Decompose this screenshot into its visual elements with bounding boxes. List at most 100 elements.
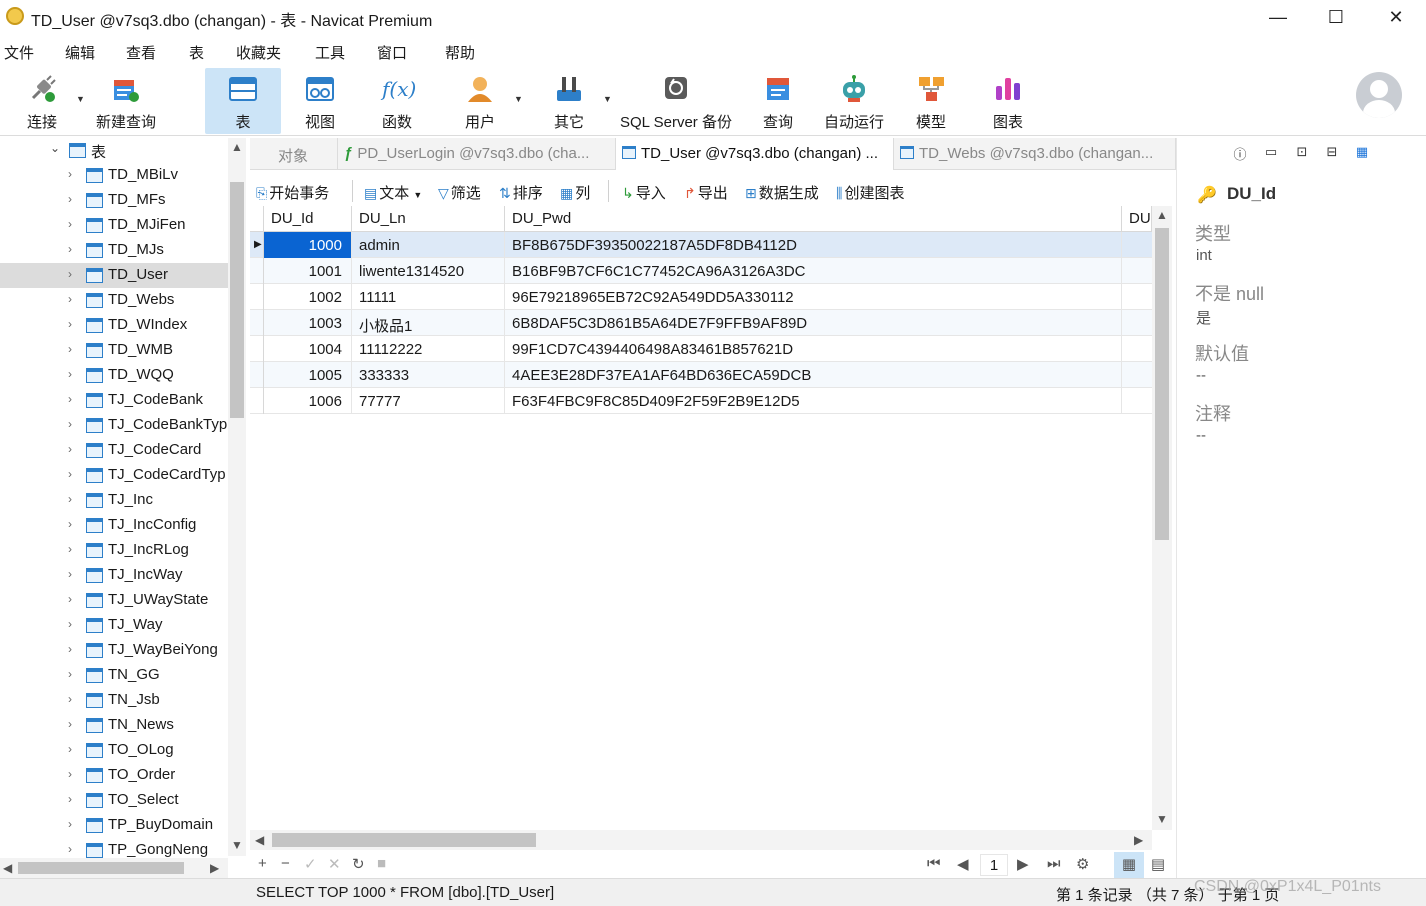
chevron-right-icon[interactable]: › xyxy=(68,717,72,731)
text-button[interactable]: ▤ 文本 ▼ xyxy=(364,182,422,203)
column-header-du-pwd[interactable]: DU_Pwd xyxy=(505,206,1122,232)
cell-du-id[interactable]: 1002 xyxy=(264,284,352,310)
tree-vertical-thumb[interactable] xyxy=(230,182,244,418)
function-button[interactable]: f(x) 函数 xyxy=(366,68,428,134)
cell-du-pwd[interactable]: BF8B675DF39350022187A5DF8DB4112D xyxy=(505,232,1122,258)
chevron-right-icon[interactable]: › xyxy=(68,342,72,356)
maximize-button[interactable]: ☐ xyxy=(1316,4,1356,30)
menu-edit[interactable]: 编辑 xyxy=(65,42,95,63)
tree-item[interactable]: › TD_WIndex xyxy=(0,313,228,338)
tree-item[interactable]: › TJ_CodeCardTyp xyxy=(0,463,228,488)
table-row[interactable]: ▶ 1000 admin BF8B675DF39350022187A5DF8DB411… xyxy=(250,232,1152,258)
chevron-right-icon[interactable]: › xyxy=(68,217,72,231)
table-row[interactable]: 1005 333333 4AEE3E28DF37EA1AF64BD636ECA59D… xyxy=(250,362,1152,388)
connect-dropdown-icon[interactable]: ▼ xyxy=(76,94,85,104)
chart-button[interactable]: 图表 xyxy=(980,68,1036,134)
cell-du-id[interactable]: 1004 xyxy=(264,336,352,362)
previous-page-icon[interactable]: ◀ xyxy=(957,855,969,873)
cell-du-pwd[interactable]: B16BF9B7CF6C1C77452CA96A3126A3DC xyxy=(505,258,1122,284)
scroll-right-icon[interactable]: ▶ xyxy=(1134,833,1143,847)
grid-view-icon[interactable]: ▦ xyxy=(1114,852,1144,878)
tree-item[interactable]: › TJ_Way xyxy=(0,613,228,638)
chevron-right-icon[interactable]: › xyxy=(68,542,72,556)
tree-item[interactable]: › TJ_WayBeiYong xyxy=(0,638,228,663)
grid-horizontal-scrollbar[interactable]: ◀ ▶ xyxy=(250,830,1152,850)
cell-du-ln[interactable]: admin xyxy=(352,232,505,258)
table-row[interactable]: 1003 小极品1 6B8DAF5C3D861B5A64DE7F9FFB9AF89D xyxy=(250,310,1152,336)
cell-du-ln[interactable]: liwente1314520 xyxy=(352,258,505,284)
tree-vertical-scrollbar[interactable]: ▲ ▼ xyxy=(228,138,246,856)
grid-vertical-scrollbar[interactable]: ▲ ▼ xyxy=(1152,206,1172,830)
chevron-right-icon[interactable]: › xyxy=(68,317,72,331)
cell-du-next[interactable] xyxy=(1122,232,1152,258)
chevron-right-icon[interactable]: › xyxy=(68,617,72,631)
tree-item[interactable]: › TJ_IncWay xyxy=(0,563,228,588)
cell-du-pwd[interactable]: 4AEE3E28DF37EA1AF64BD636ECA59DCB xyxy=(505,362,1122,388)
other-button[interactable]: 其它 xyxy=(540,68,598,134)
model-button[interactable]: 模型 xyxy=(904,68,958,134)
table-details-icon[interactable]: ▦ xyxy=(1353,144,1371,162)
column-header-du-id[interactable]: DU_Id xyxy=(264,206,352,232)
discard-changes-icon[interactable]: ✕ xyxy=(328,855,341,873)
add-record-icon[interactable]: + xyxy=(258,855,267,872)
chevron-right-icon[interactable]: › xyxy=(68,567,72,581)
row-marker[interactable]: ▶ xyxy=(250,232,264,258)
info-icon[interactable]: ⓘ xyxy=(1231,144,1249,162)
chevron-right-icon[interactable]: › xyxy=(68,392,72,406)
menu-file[interactable]: 文件 xyxy=(4,42,34,63)
tree-item[interactable]: › TD_Webs xyxy=(0,288,228,313)
columns-button[interactable]: ▦ 列 xyxy=(560,182,590,203)
create-chart-button[interactable]: ⫼ 创建图表 xyxy=(836,182,904,203)
tree-item[interactable]: › TD_MFs xyxy=(0,188,228,213)
scroll-left-icon[interactable]: ◀ xyxy=(255,833,264,847)
tree-horizontal-thumb[interactable] xyxy=(18,862,184,874)
cell-du-pwd[interactable]: 6B8DAF5C3D861B5A64DE7F9FFB9AF89D xyxy=(505,310,1122,336)
chevron-right-icon[interactable]: › xyxy=(68,642,72,656)
tree-item[interactable]: › TD_MBiLv xyxy=(0,163,228,188)
scroll-right-icon[interactable]: ▶ xyxy=(210,861,219,875)
tree-item[interactable]: › TJ_IncConfig xyxy=(0,513,228,538)
cell-du-ln[interactable]: 11111 xyxy=(352,284,505,310)
scroll-up-icon[interactable]: ▲ xyxy=(1156,208,1168,222)
chevron-right-icon[interactable]: › xyxy=(68,417,72,431)
chevron-right-icon[interactable]: › xyxy=(68,267,72,281)
chevron-right-icon[interactable]: › xyxy=(68,692,72,706)
table-row[interactable]: 1004 11112222 99F1CD7C4394406498A83461B857… xyxy=(250,336,1152,362)
tree-item[interactable]: › TD_WQQ xyxy=(0,363,228,388)
tree-item[interactable]: › TJ_Inc xyxy=(0,488,228,513)
menu-tools[interactable]: 工具 xyxy=(315,42,345,63)
first-page-icon[interactable]: ⏮ xyxy=(927,855,941,872)
user-dropdown-icon[interactable]: ▼ xyxy=(514,94,523,104)
row-marker[interactable] xyxy=(250,310,264,336)
tree-item[interactable]: › TJ_IncRLog xyxy=(0,538,228,563)
cell-du-pwd[interactable]: 96E79218965EB72C92A549DD5A330112 xyxy=(505,284,1122,310)
chevron-right-icon[interactable]: › xyxy=(68,792,72,806)
tree-horizontal-scrollbar[interactable]: ◀ ▶ xyxy=(0,858,228,878)
tree-item[interactable]: › TD_MJiFen xyxy=(0,213,228,238)
cell-du-next[interactable] xyxy=(1122,310,1152,336)
cell-du-ln[interactable]: 333333 xyxy=(352,362,505,388)
chevron-right-icon[interactable]: › xyxy=(68,742,72,756)
cell-du-id[interactable]: 1000 xyxy=(264,232,352,258)
view-button[interactable]: 视图 xyxy=(290,68,350,134)
cell-du-pwd[interactable]: 99F1CD7C4394406498A83461B857621D xyxy=(505,336,1122,362)
grid-vertical-thumb[interactable] xyxy=(1155,228,1169,540)
chevron-right-icon[interactable]: › xyxy=(68,842,72,856)
cell-du-id[interactable]: 1006 xyxy=(264,388,352,414)
ddl-icon[interactable]: ▭ xyxy=(1262,144,1280,162)
table-row[interactable]: 1006 77777 F63F4FBC9F8C85D409F2F59F2B9E12D… xyxy=(250,388,1152,414)
import-button[interactable]: ↳ 导入 xyxy=(622,182,666,203)
cell-du-next[interactable] xyxy=(1122,336,1152,362)
tree-item[interactable]: › TO_Order xyxy=(0,763,228,788)
scroll-down-icon[interactable]: ▼ xyxy=(1156,812,1168,826)
filter-button[interactable]: ▽ 筛选 xyxy=(438,182,481,203)
other-dropdown-icon[interactable]: ▼ xyxy=(603,94,612,104)
menu-favorites[interactable]: 收藏夹 xyxy=(236,42,281,63)
avatar[interactable] xyxy=(1356,72,1402,118)
tree-item[interactable]: › TJ_CodeCard xyxy=(0,438,228,463)
row-marker[interactable] xyxy=(250,284,264,310)
scroll-down-icon[interactable]: ▼ xyxy=(231,838,243,852)
export-button[interactable]: ↱ 导出 xyxy=(684,182,728,203)
tree-item[interactable]: › TN_GG xyxy=(0,663,228,688)
scroll-left-icon[interactable]: ◀ xyxy=(3,861,12,875)
